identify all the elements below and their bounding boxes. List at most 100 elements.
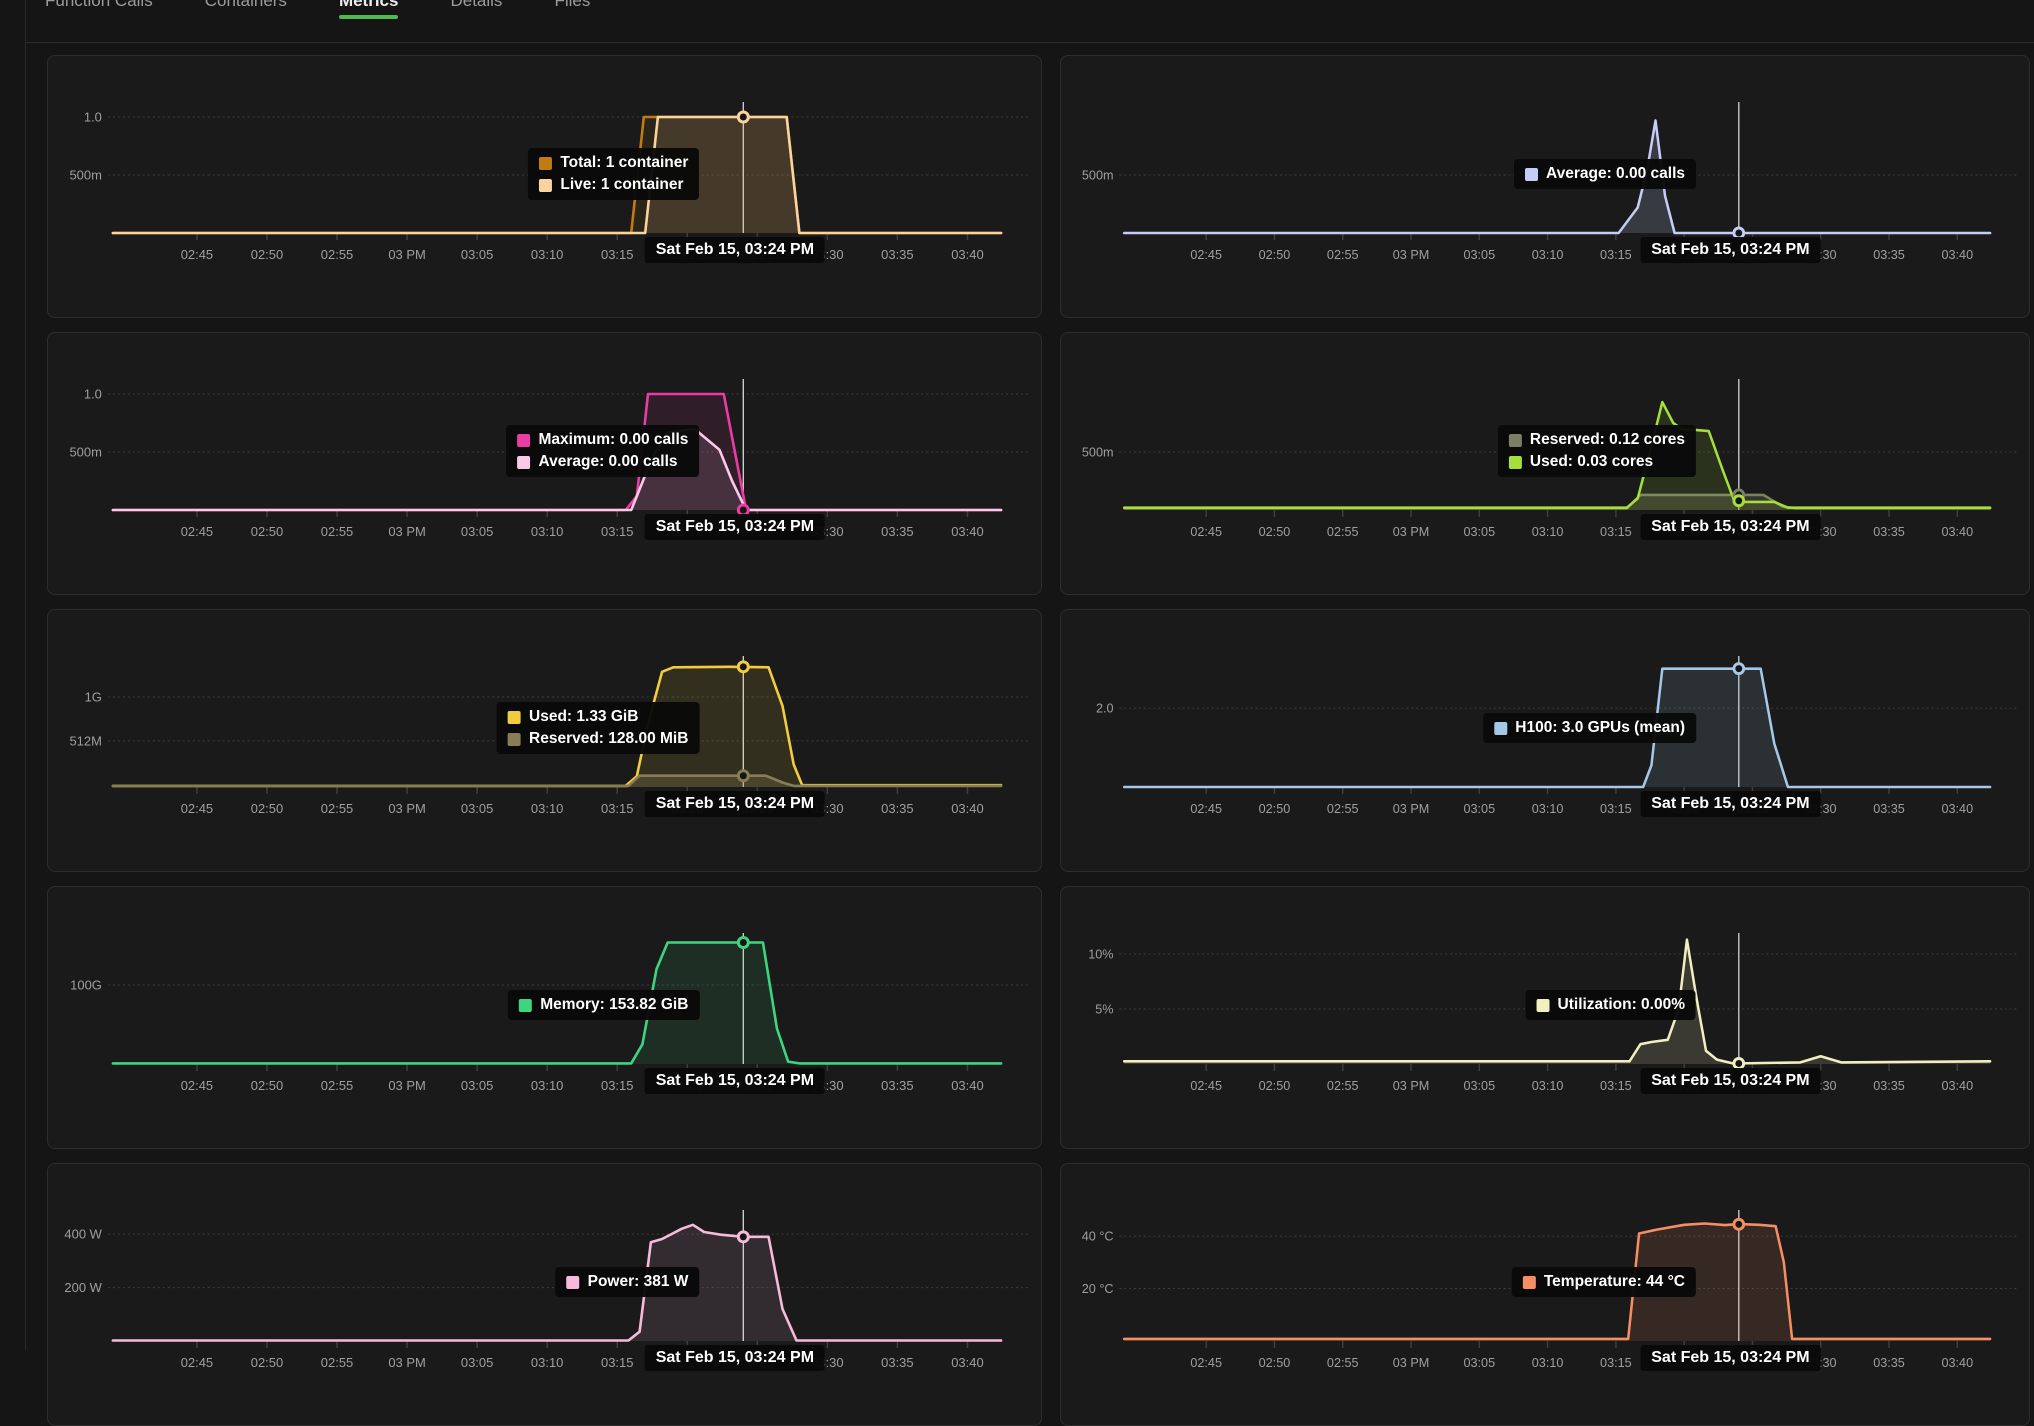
x-axis-tick-label: 02:45 <box>1190 801 1222 816</box>
tooltip-row: Maximum: 0.00 calls <box>517 431 688 449</box>
x-axis-tick-label: 03:40 <box>1941 247 1973 262</box>
y-axis-tick-label: 1.0 <box>84 386 102 401</box>
x-axis-tick-label: 02:55 <box>1327 247 1359 262</box>
y-axis-tick-label: 5% <box>1095 1001 1113 1016</box>
hover-marker-power <box>738 1232 748 1242</box>
x-axis-tick-label: 03:40 <box>951 247 983 262</box>
x-axis-tick-label: 03:10 <box>1532 524 1564 539</box>
x-axis-tick-label: 03 PM <box>1393 524 1430 539</box>
x-axis-tick-label: 03 PM <box>1393 801 1430 816</box>
hover-marker-temperature <box>1734 1219 1744 1229</box>
x-axis-tick-label: 03:15 <box>1600 1078 1632 1093</box>
hover-marker-memory <box>738 938 748 948</box>
x-axis-tick-label: 03:10 <box>1532 247 1564 262</box>
y-axis-tick-label: 1G <box>85 689 102 704</box>
x-axis-tick-label: 02:55 <box>1327 1355 1359 1370</box>
series-tooltip: Maximum: 0.00 callsAverage: 0.00 calls <box>506 425 699 477</box>
x-axis-tick-label: 03:35 <box>1873 524 1905 539</box>
tooltip-row: Utilization: 0.00% <box>1537 996 1685 1014</box>
x-axis-tick-label: 02:55 <box>321 1355 353 1370</box>
x-axis-tick-label: 03:40 <box>1941 1355 1973 1370</box>
tooltip-row: Used: 1.33 GiB <box>508 708 688 726</box>
chart-card-memory: 1G512M02:4502:5002:5503 PM03:0503:1003:1… <box>47 609 1042 872</box>
tooltip-swatch <box>508 711 521 724</box>
x-axis-tick-label: 02:55 <box>321 1078 353 1093</box>
x-axis-tick-label: 03:15 <box>1600 1355 1632 1370</box>
metrics-dashboard-page: { "tabs": { "items": [ {"label": "Functi… <box>0 0 2034 1350</box>
tooltip-row: Memory: 153.82 GiB <box>519 996 688 1014</box>
date-tooltip: Sat Feb 15, 03:24 PM <box>1640 1345 1820 1371</box>
x-axis-tick-label: 03:15 <box>601 247 633 262</box>
x-axis-tick-label: 03:40 <box>951 524 983 539</box>
tab-function-calls[interactable]: Function Calls <box>45 0 153 29</box>
y-axis-tick-label: 100G <box>70 977 102 992</box>
x-axis-tick-label: 03:35 <box>1873 801 1905 816</box>
y-axis-tick-label: 1.0 <box>84 109 102 124</box>
x-axis-tick-label: 02:50 <box>251 801 283 816</box>
tooltip-swatch <box>508 733 521 746</box>
tab-details[interactable]: Details <box>450 0 502 29</box>
chart-card-gpu-memory: 100G02:4502:5002:5503 PM03:0503:1003:150… <box>47 886 1042 1149</box>
tooltip-swatch <box>517 434 530 447</box>
series-tooltip: Reserved: 0.12 coresUsed: 0.03 cores <box>1498 425 1696 477</box>
tooltip-text: Average: 0.00 calls <box>1546 165 1685 183</box>
x-axis-tick-label: 03 PM <box>388 524 425 539</box>
y-axis-tick-label: 40 °C <box>1082 1228 1114 1243</box>
x-axis-tick-label: 03:10 <box>531 1078 563 1093</box>
series-tooltip: Used: 1.33 GiB Reserved: 128.00 MiB <box>497 702 699 754</box>
tooltip-swatch <box>1509 456 1522 469</box>
x-axis-tick-label: 03:10 <box>531 801 563 816</box>
date-tooltip: Sat Feb 15, 03:24 PM <box>645 1345 825 1371</box>
y-axis-tick-label: 500m <box>69 167 101 182</box>
tooltip-text: Reserved: 128.00 MiB <box>529 730 688 748</box>
x-axis-tick-label: 03:05 <box>461 1078 493 1093</box>
x-axis-tick-label: 03:10 <box>531 524 563 539</box>
x-axis-tick-label: 02:55 <box>321 524 353 539</box>
tab-containers[interactable]: Containers <box>205 0 287 29</box>
x-axis-tick-label: 02:55 <box>1327 524 1359 539</box>
x-axis-tick-label: 03:05 <box>1463 801 1495 816</box>
tooltip-text: Maximum: 0.00 calls <box>538 431 688 449</box>
tooltip-text: Memory: 153.82 GiB <box>540 996 688 1014</box>
series-tooltip: Total: 1 containerLive: 1 container <box>528 148 699 200</box>
tooltip-row: H100: 3.0 GPUs (mean) <box>1494 719 1685 737</box>
tab-label: Function Calls <box>45 0 153 10</box>
hover-marker-h100 <box>1734 664 1744 674</box>
x-axis-tick-label: 03:15 <box>601 524 633 539</box>
tooltip-row: Reserved: 128.00 MiB <box>508 730 688 748</box>
x-axis-tick-label: 03:40 <box>1941 524 1973 539</box>
x-axis-tick-label: 03:40 <box>1941 801 1973 816</box>
series-tooltip: Average: 0.00 calls <box>1514 159 1696 189</box>
x-axis-tick-label: 03:35 <box>1873 1355 1905 1370</box>
tab-metrics[interactable]: Metrics <box>339 0 399 29</box>
page-left-border <box>25 0 26 1350</box>
x-axis-tick-label: 03:15 <box>601 1078 633 1093</box>
tooltip-swatch <box>539 179 552 192</box>
x-axis-tick-label: 03:05 <box>1463 247 1495 262</box>
x-axis-tick-label: 03 PM <box>1393 1355 1430 1370</box>
tab-files[interactable]: Files <box>554 0 590 29</box>
tooltip-row: Used: 0.03 cores <box>1509 453 1685 471</box>
x-axis-tick-label: 03:35 <box>881 1078 913 1093</box>
x-axis-tick-label: 03:05 <box>461 801 493 816</box>
x-axis-tick-label: 02:55 <box>1327 1078 1359 1093</box>
chart-plot-gpu-power[interactable]: 400 W200 W02:4502:5002:5503 PM03:0503:10… <box>48 1164 1041 1376</box>
x-axis-tick-label: 02:50 <box>1259 801 1291 816</box>
chart-card-gpu-utilization: 10%5%02:4502:5002:5503 PM03:0503:1003:15… <box>1060 886 2030 1149</box>
x-axis-tick-label: 03 PM <box>388 801 425 816</box>
x-axis-tick-label: 02:50 <box>251 1355 283 1370</box>
date-tooltip: Sat Feb 15, 03:24 PM <box>1640 791 1820 817</box>
x-axis-tick-label: 03 PM <box>388 247 425 262</box>
x-axis-tick-label: 02:50 <box>251 524 283 539</box>
x-axis-tick-label: 02:55 <box>321 247 353 262</box>
hover-marker-utilization <box>1734 1058 1744 1068</box>
x-axis-tick-label: 03:05 <box>1463 1355 1495 1370</box>
x-axis-tick-label: 02:55 <box>321 801 353 816</box>
x-axis-tick-label: 03:15 <box>601 1355 633 1370</box>
y-axis-tick-label: 400 W <box>64 1227 102 1242</box>
x-axis-tick-label: 03:35 <box>881 247 913 262</box>
y-axis-tick-label: 200 W <box>64 1280 102 1295</box>
tooltip-text: Used: 1.33 GiB <box>529 708 638 726</box>
date-tooltip: Sat Feb 15, 03:24 PM <box>1640 1068 1820 1094</box>
x-axis-tick-label: 02:45 <box>181 801 213 816</box>
